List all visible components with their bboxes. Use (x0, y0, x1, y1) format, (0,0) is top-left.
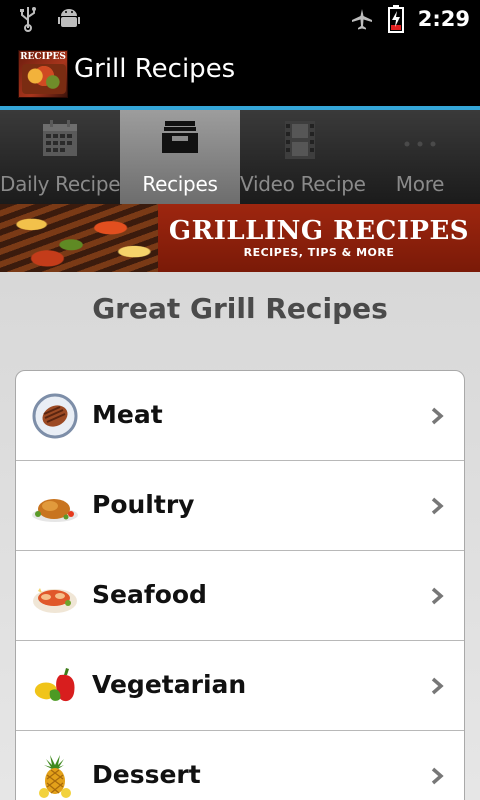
category-row-vegetarian[interactable]: Vegetarian (16, 641, 464, 731)
category-list: Meat Poultry Seafood Vegetarian Dessert (15, 370, 465, 800)
chevron-right-icon (430, 496, 444, 516)
app-logo-food-image (22, 64, 66, 94)
chevron-right-icon (430, 676, 444, 696)
android-debug-icon (58, 6, 80, 32)
banner-subtitle: RECIPES, TIPS & MORE (243, 246, 395, 259)
tab-bar: Daily Recipes Recipes Video Recipe More (0, 110, 480, 204)
tab-label: Video Recipe (240, 172, 366, 196)
category-row-poultry[interactable]: Poultry (16, 461, 464, 551)
page-title: Great Grill Recipes (92, 292, 388, 325)
grilling-banner[interactable]: GRILLING RECIPES RECIPES, TIPS & MORE (0, 204, 480, 272)
action-bar: RECIPES Grill Recipes (0, 38, 480, 106)
app-title: Grill Recipes (74, 54, 236, 84)
category-row-seafood[interactable]: Seafood (16, 551, 464, 641)
steak-icon (30, 391, 80, 441)
banner-title: GRILLING RECIPES (168, 216, 470, 246)
roast-chicken-icon (30, 481, 80, 531)
film-strip-icon (240, 120, 360, 160)
inbox-tray-icon (120, 120, 240, 160)
more-dots-icon (360, 120, 480, 160)
app-logo-icon[interactable]: RECIPES (18, 50, 68, 98)
pineapple-icon (30, 751, 80, 800)
tab-label: More (395, 172, 445, 196)
category-label: Seafood (92, 580, 207, 609)
status-clock: 2:29 (417, 7, 470, 31)
tab-daily-recipes[interactable]: Daily Recipes (0, 110, 131, 204)
category-row-meat[interactable]: Meat (16, 371, 464, 461)
app-logo-text: RECIPES (20, 52, 66, 62)
status-bar: 2:29 (0, 0, 480, 38)
airplane-mode-icon (350, 7, 374, 31)
tab-label: Recipes (142, 172, 218, 196)
peppers-icon (30, 661, 80, 711)
category-label: Poultry (92, 490, 195, 519)
tab-label: Daily Recipes (0, 172, 131, 196)
tab-recipes[interactable]: Recipes (120, 110, 240, 204)
tab-more[interactable]: More (360, 110, 480, 204)
category-label: Dessert (92, 760, 201, 789)
chevron-right-icon (430, 766, 444, 786)
grilled-food-image (0, 204, 158, 272)
battery-charging-icon (387, 5, 404, 33)
main-content: Great Grill Recipes Meat Poultry Seafood… (0, 272, 480, 800)
banner-text-panel: GRILLING RECIPES RECIPES, TIPS & MORE (158, 204, 480, 272)
usb-icon (18, 6, 38, 32)
tab-video-recipe[interactable]: Video Recipe (240, 110, 366, 204)
calendar-icon (0, 120, 120, 160)
chevron-right-icon (430, 586, 444, 606)
category-label: Meat (92, 400, 163, 429)
seafood-icon (30, 571, 80, 621)
category-row-dessert[interactable]: Dessert (16, 731, 464, 800)
category-label: Vegetarian (92, 670, 247, 699)
chevron-right-icon (430, 406, 444, 426)
